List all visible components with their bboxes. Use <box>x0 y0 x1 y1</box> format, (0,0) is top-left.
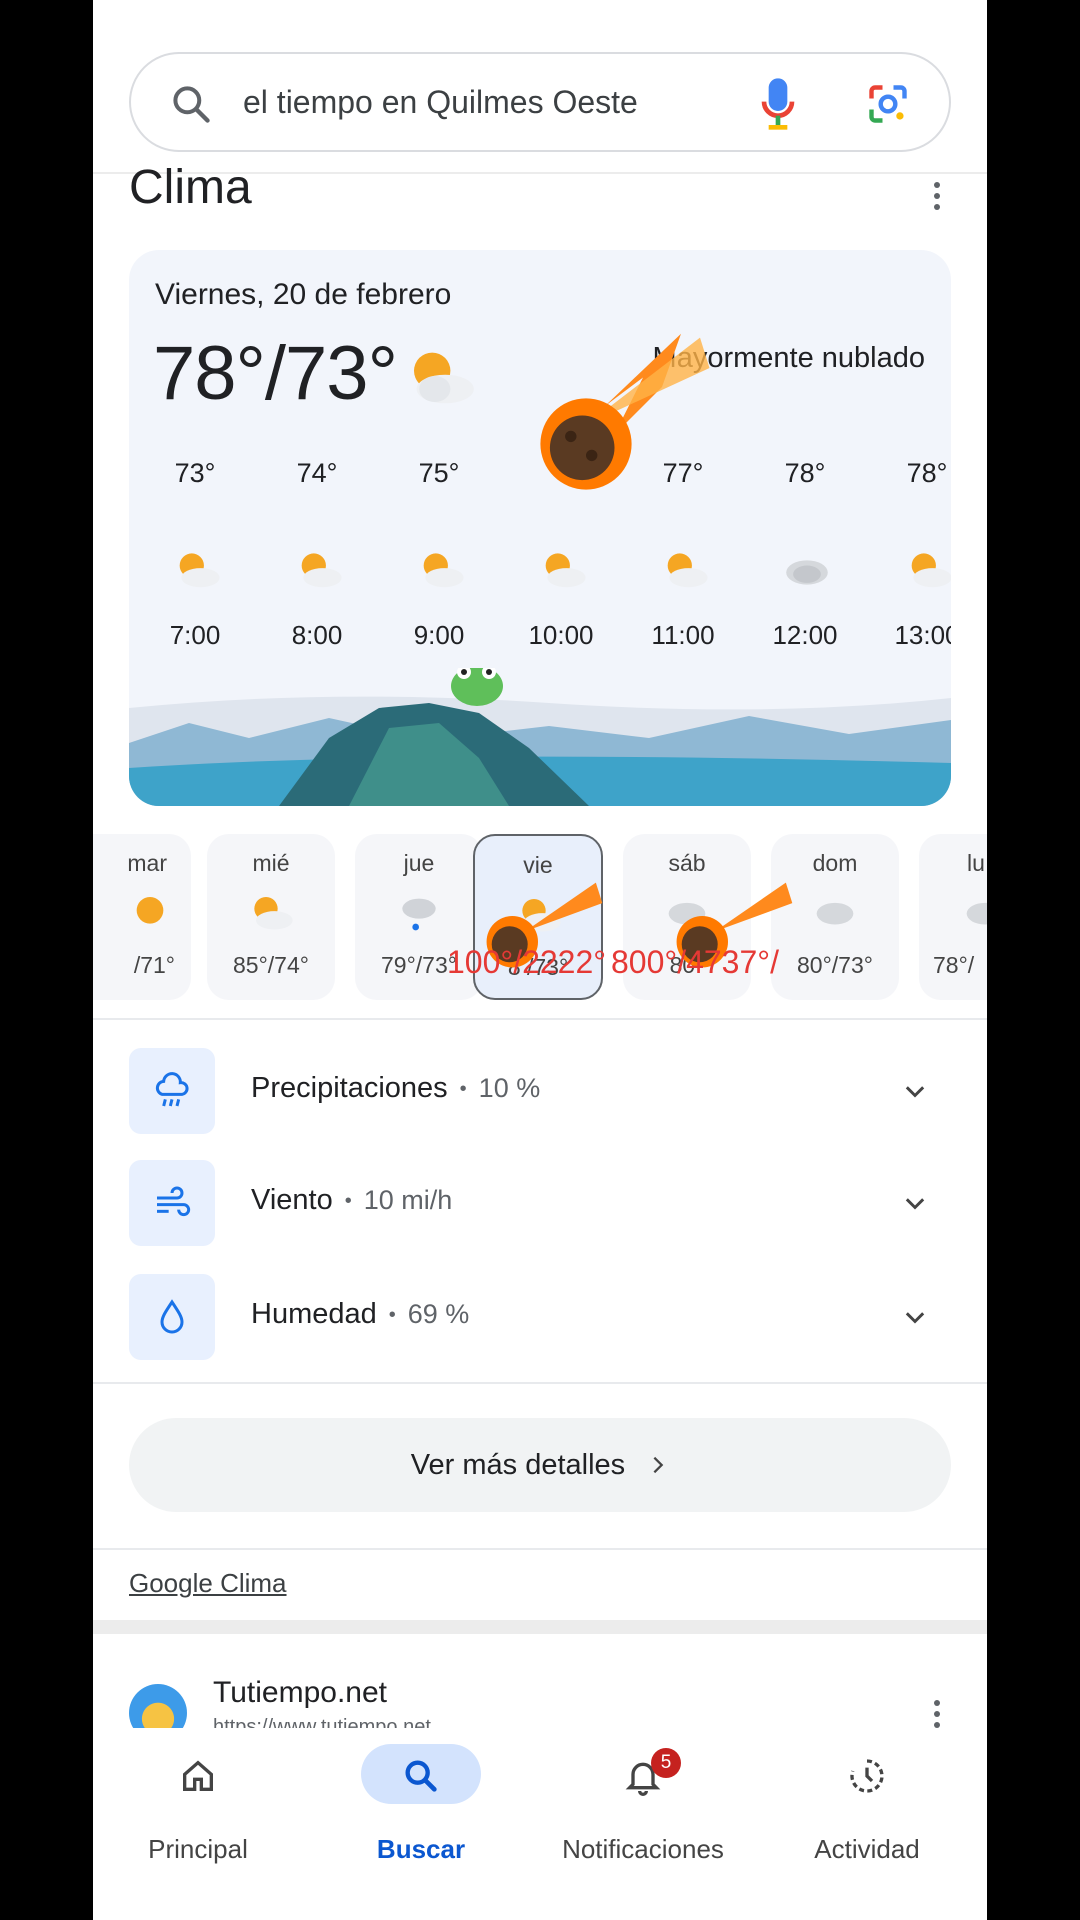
page-title: Clima <box>129 161 252 214</box>
separator-dot: • <box>459 1077 467 1100</box>
day-name: mar <box>127 850 167 876</box>
droplet-icon-box <box>129 1274 215 1360</box>
hourly-time: 7:00 <box>169 620 221 650</box>
day-temps: /71° <box>133 952 175 978</box>
more-options-icon[interactable] <box>933 1700 941 1728</box>
partly-cloudy-icon <box>301 553 342 588</box>
wind-icon <box>157 1186 191 1217</box>
weather-date: Viernes, 20 de febrero <box>155 278 452 311</box>
cloudy-icon <box>966 902 987 925</box>
section-separator <box>93 1620 987 1634</box>
nav-label: Notificaciones <box>562 1834 724 1864</box>
wind-row[interactable]: Viento • 10 mi/h <box>129 1160 951 1246</box>
detail-label: Humedad <box>251 1298 377 1330</box>
partly-cloudy-icon <box>254 897 293 930</box>
day-name: jue <box>403 850 435 876</box>
day-item[interactable]: mar /71° <box>93 834 191 1000</box>
nav-label: Buscar <box>376 1834 466 1864</box>
google-clima-link[interactable]: Google Clima <box>129 1568 287 1599</box>
detail-value: 10 % <box>478 1073 541 1103</box>
nav-label: Actividad <box>814 1834 920 1864</box>
detail-value: 10 mi/h <box>363 1185 453 1215</box>
day-name: mié <box>252 850 290 876</box>
partly-cloudy-icon <box>179 553 220 588</box>
day-temps: 85°/74° <box>233 952 309 978</box>
detail-label: Viento <box>251 1184 333 1216</box>
day-item[interactable]: lu 78°/ <box>919 834 987 1000</box>
meteor-icon <box>540 333 710 490</box>
day-item[interactable]: mié 85°/74° <box>207 834 335 1000</box>
detail-line: Viento • 10 mi/h <box>251 1184 452 1217</box>
day-temps: 78°/ <box>933 952 975 978</box>
cloudy-icon <box>786 560 828 585</box>
weather-card: Viernes, 20 de febrero 78°/73° Mayorment… <box>129 250 951 806</box>
hourly-time: 12:00 <box>772 620 838 650</box>
hourly-time: 8:00 <box>291 620 343 650</box>
humidity-row[interactable]: Humedad • 69 % <box>129 1274 951 1360</box>
home-icon <box>183 1760 213 1791</box>
separator-dot: • <box>344 1189 352 1212</box>
separator-dot: • <box>388 1303 396 1326</box>
overlay-temperature-text: 800°/4737°/ <box>611 944 779 980</box>
search-query[interactable]: el tiempo en Quilmes Oeste <box>243 84 638 121</box>
detail-line: Precipitaciones • 10 % <box>251 1072 540 1105</box>
more-details-label: Ver más detalles <box>410 1448 626 1481</box>
hourly-time: 13:00 <box>894 620 951 650</box>
day-name: sáb <box>668 850 706 876</box>
search-icon <box>405 1760 437 1792</box>
day-name: lu <box>967 850 985 876</box>
rain-cloud-icon <box>155 1072 189 1107</box>
hourly-time: 10:00 <box>528 620 594 650</box>
notification-badge: 5 <box>651 1748 681 1778</box>
detail-value: 69 % <box>407 1299 470 1329</box>
droplet-icon <box>160 1299 184 1334</box>
detail-line: Humedad • 69 % <box>251 1298 469 1331</box>
hourly-temp: 78° <box>784 458 826 488</box>
rain-icon <box>402 898 436 931</box>
partly-cloudy-icon <box>911 553 951 588</box>
microphone-icon[interactable] <box>761 76 795 132</box>
hourly-temp: 75° <box>418 458 460 488</box>
divider <box>93 1382 987 1384</box>
divider <box>93 1018 987 1020</box>
hourly-time: 11:00 <box>651 620 715 650</box>
chevron-down-icon[interactable] <box>901 1190 929 1218</box>
overlay-temperature-text: 100°/2222° <box>447 944 607 980</box>
hourly-time: 9:00 <box>413 620 465 650</box>
divider <box>93 1548 987 1550</box>
hourly-temp: 74° <box>296 458 338 488</box>
partly-cloudy-icon <box>545 553 586 588</box>
wind-icon-box <box>129 1160 215 1246</box>
search-bar[interactable]: el tiempo en Quilmes Oeste <box>129 52 951 152</box>
detail-label: Precipitaciones <box>251 1072 448 1104</box>
day-name: dom <box>812 850 858 876</box>
hourly-temp: 78° <box>906 458 948 488</box>
search-icon <box>173 86 210 123</box>
activity-history-icon <box>850 1759 884 1793</box>
chevron-right-icon <box>653 1457 664 1474</box>
screen: el tiempo en Quilmes Oeste Clima Viernes… <box>93 0 987 1920</box>
cloudy-icon <box>816 902 854 925</box>
sunny-icon <box>136 897 164 924</box>
partly-cloudy-icon <box>423 553 464 588</box>
more-details-button[interactable]: Ver más detalles <box>129 1418 951 1512</box>
bottom-navigation: Principal Buscar 5 Notificaciones Activi… <box>93 1728 987 1920</box>
chevron-down-icon[interactable] <box>901 1078 929 1106</box>
weather-landscape-illustration <box>129 668 951 806</box>
partly-cloudy-icon <box>414 352 474 404</box>
nav-label: Principal <box>148 1834 248 1864</box>
hourly-temp: 73° <box>174 458 216 488</box>
rain-cloud-icon-box <box>129 1048 215 1134</box>
result-site-name[interactable]: Tutiempo.net <box>213 1676 387 1710</box>
partly-cloudy-icon <box>667 553 708 588</box>
precipitation-row[interactable]: Precipitaciones • 10 % <box>129 1048 951 1134</box>
google-lens-icon[interactable] <box>866 82 910 126</box>
hourly-temp: 77° <box>662 458 704 488</box>
temperature-range: 78°/73° <box>153 331 398 416</box>
chevron-down-icon[interactable] <box>901 1304 929 1332</box>
more-options-icon[interactable] <box>933 182 941 210</box>
day-name: vie <box>523 852 553 878</box>
